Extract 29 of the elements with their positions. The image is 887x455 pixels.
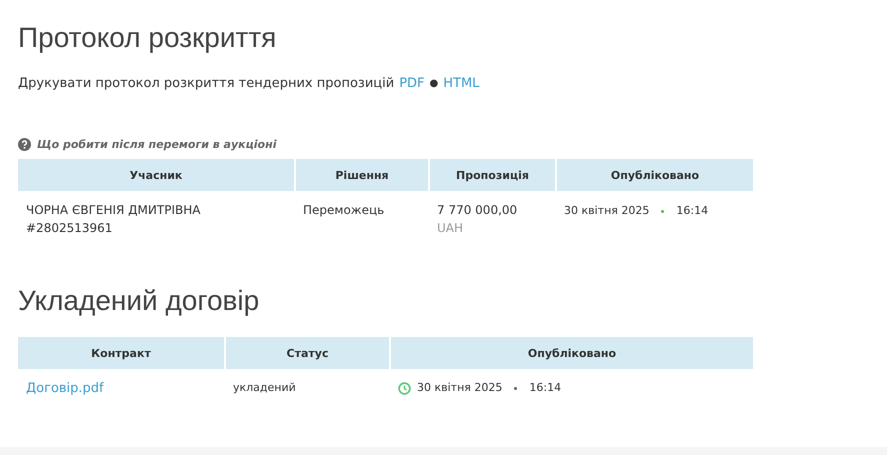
clock-icon [398, 382, 411, 394]
separator: ● [430, 78, 438, 89]
publish-date: 30 квітня 2025 [564, 203, 650, 219]
bid-amount: 7 770 000,00 [437, 203, 518, 217]
dot-icon [661, 210, 664, 212]
print-label: Друкувати протокол розкриття тендерних пропозицій [18, 76, 394, 91]
contract-status: укладений [233, 381, 296, 394]
column-header: Опубліковано [390, 337, 753, 369]
column-header: Рішення [295, 159, 429, 191]
page-title: Протокол розкриття [18, 22, 278, 54]
publish-time: 16:14 [676, 203, 708, 219]
help-icon [18, 138, 31, 151]
currency: UAH [437, 220, 464, 237]
dot-icon [514, 386, 518, 390]
html-link[interactable]: HTML [443, 76, 480, 91]
column-header: Учасник [18, 159, 295, 191]
participant-id: #2802513961 [26, 221, 112, 235]
publish-time: 16:14 [529, 380, 562, 396]
participant-name: ЧОРНА ЄВГЕНІЯ ДМИТРІВНА [26, 203, 200, 217]
section-title: Укладений договір [18, 285, 260, 317]
publish-date: 30 квітня 2025 [417, 380, 502, 396]
column-header: Опубліковано [556, 159, 753, 191]
decision: Переможець [303, 203, 384, 217]
pdf-link[interactable]: PDF [399, 76, 425, 91]
column-header: Статус [225, 337, 390, 369]
contract-file-link[interactable]: Договір.pdf [26, 381, 104, 396]
column-header: Пропозиція [429, 159, 556, 191]
help-link[interactable]: Що робити після перемоги в аукціоні [37, 138, 276, 151]
column-header: Контракт [18, 337, 225, 369]
